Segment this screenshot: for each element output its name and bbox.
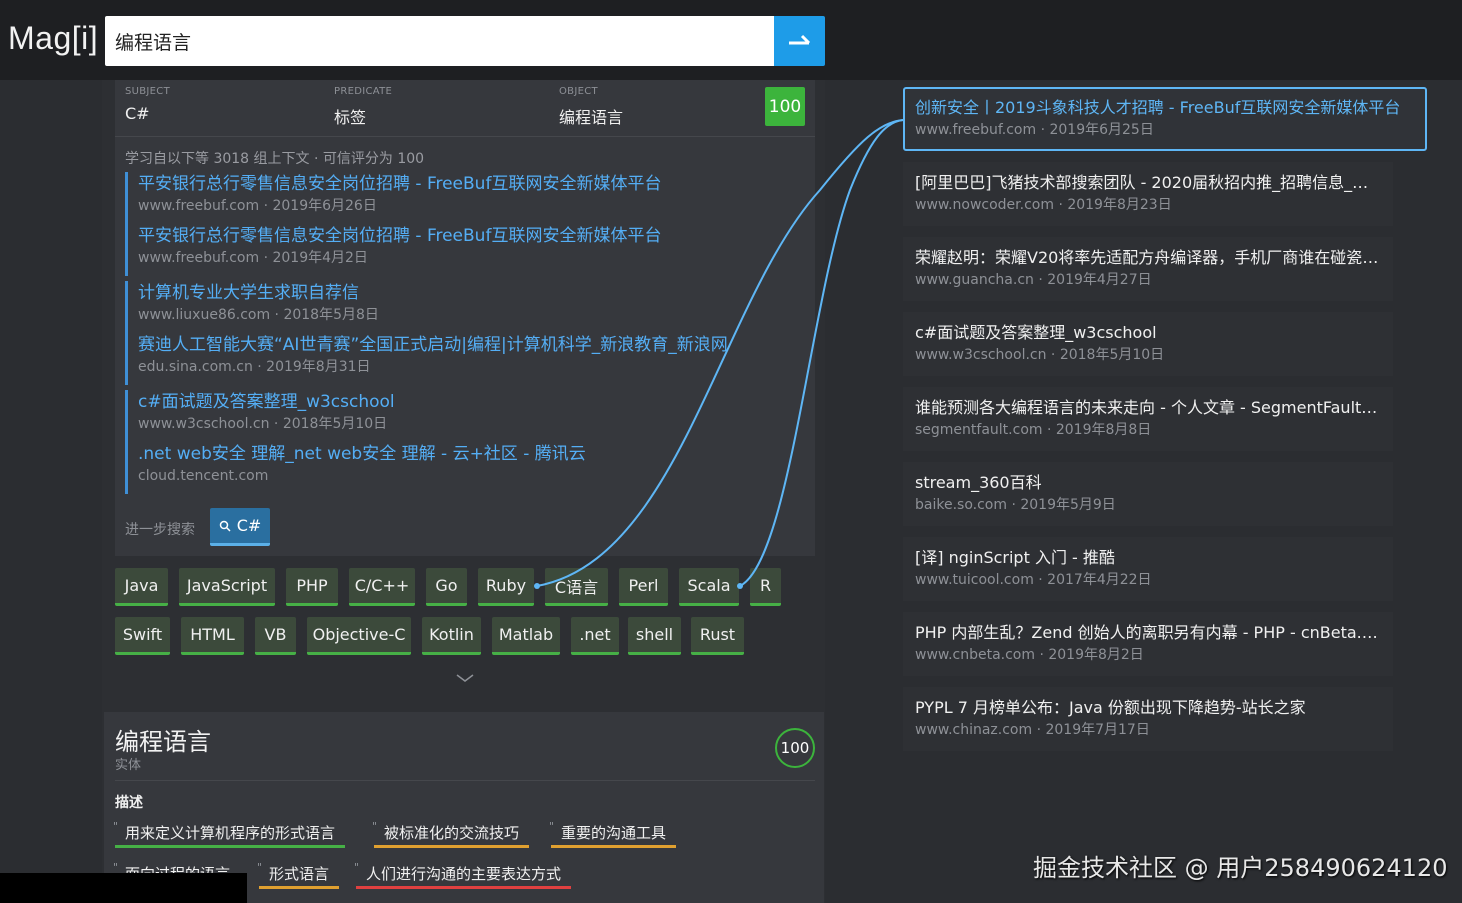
further-search-label: 进一步搜索 xyxy=(125,522,195,538)
divider xyxy=(115,780,815,781)
context-meta: cloud.tencent.com xyxy=(138,468,269,484)
top-bar: Mag[i] xyxy=(0,0,1462,80)
search-result-item[interactable]: PYPL 7 月榜单公布：Java 份额出现下降趋势-站长之家 www.chin… xyxy=(903,687,1393,751)
context-meta: www.freebuf.com · 2019年4月2日 xyxy=(138,250,368,266)
context-group: c#面试题及答案整理_w3cschool www.w3cschool.cn · … xyxy=(125,390,586,494)
entity-score-badge: 100 xyxy=(775,728,815,768)
arrow-right-icon xyxy=(788,34,810,45)
result-title[interactable]: 谁能预测各大编程语言的未来走向 - 个人文章 - SegmentFault 思否 xyxy=(915,397,1381,419)
context-meta: www.freebuf.com · 2019年6月26日 xyxy=(138,198,377,214)
context-link[interactable]: .net web安全 理解_net web安全 理解 - 云+社区 - 腾讯云 xyxy=(138,442,586,466)
tag-chip[interactable]: Kotlin xyxy=(422,617,481,655)
description-chip[interactable]: 被标准化的交流技巧 xyxy=(372,820,530,848)
triple-card: SUBJECT C# PREDICATE 标签 OBJECT 编程语言 100 … xyxy=(115,80,815,556)
search-result-item[interactable]: [阿里巴巴]飞猪技术部搜索团队 - 2020届秋招内推_招聘信息_牛客网 www… xyxy=(903,162,1393,226)
chevron-down-icon[interactable] xyxy=(455,672,475,684)
object-label: OBJECT xyxy=(559,86,598,97)
context-group: 计算机专业大学生求职自荐信 www.liuxue86.com · 2018年5月… xyxy=(125,281,728,385)
search-result-item[interactable]: PHP 内部生乱？Zend 创始人的离职另有内幕 - PHP - cnBeta.… xyxy=(903,612,1393,676)
context-link[interactable]: 计算机专业大学生求职自荐信 xyxy=(138,281,728,305)
tag-chip[interactable]: .net xyxy=(571,617,619,655)
predicate-label: PREDICATE xyxy=(334,86,393,97)
result-meta: www.nowcoder.com · 2019年8月23日 xyxy=(915,197,1172,213)
result-meta: www.w3cschool.cn · 2018年5月10日 xyxy=(915,347,1165,363)
description-chip[interactable]: 重要的沟通工具 xyxy=(549,820,677,848)
result-title[interactable]: PYPL 7 月榜单公布：Java 份额出现下降趋势-站长之家 xyxy=(915,697,1381,719)
tag-chip[interactable]: Ruby xyxy=(478,568,534,606)
entity-type: 实体 xyxy=(115,758,142,773)
app-logo[interactable]: Mag[i] xyxy=(8,20,98,57)
tag-chip[interactable]: VB xyxy=(255,617,296,655)
search-result-item[interactable]: c#面试题及答案整理_w3cschool www.w3cschool.cn · … xyxy=(903,312,1393,376)
result-meta: baike.so.com · 2019年5月9日 xyxy=(915,497,1116,513)
triple-score-badge: 100 xyxy=(765,87,805,126)
description-label: 描述 xyxy=(115,795,143,811)
description-chip[interactable]: 人们进行沟通的主要表达方式 xyxy=(354,861,572,889)
tag-chip[interactable]: PHP xyxy=(286,568,338,606)
watermark: 掘金技术社区 @ 用户258490624120 xyxy=(1033,854,1448,882)
tag-chip[interactable]: Scala xyxy=(679,568,739,606)
learn-note: 学习自以下等 3018 组上下文 · 可信评分为 100 xyxy=(125,151,425,167)
result-meta: www.freebuf.com · 2019年6月25日 xyxy=(915,122,1154,138)
search-result-item[interactable]: 创新安全丨2019斗象科技人才招聘 - FreeBuf互联网安全新媒体平台 ww… xyxy=(903,87,1427,151)
divider xyxy=(115,136,815,137)
tag-chip[interactable]: JavaScript xyxy=(179,568,275,606)
context-meta: www.w3cschool.cn · 2018年5月10日 xyxy=(138,416,388,432)
search-result-item[interactable]: [译] nginScript 入门 - 推酷 www.tuicool.com ·… xyxy=(903,537,1393,601)
tag-chip[interactable]: Rust xyxy=(691,617,744,655)
description-chip[interactable]: 用来定义计算机程序的形式语言 xyxy=(113,820,346,848)
context-link[interactable]: 平安银行总行零售信息安全岗位招聘 - FreeBuf互联网安全新媒体平台 xyxy=(138,224,661,248)
result-title[interactable]: 创新安全丨2019斗象科技人才招聘 - FreeBuf互联网安全新媒体平台 xyxy=(915,97,1415,119)
result-meta: segmentfault.com · 2019年8月8日 xyxy=(915,422,1152,438)
tag-chip[interactable]: C/C++ xyxy=(349,568,415,606)
entity-title: 编程语言 xyxy=(115,728,211,756)
subject-value[interactable]: C# xyxy=(125,104,150,123)
result-meta: www.tuicool.com · 2017年4月22日 xyxy=(915,572,1152,588)
object-value[interactable]: 编程语言 xyxy=(559,104,623,128)
tag-chip[interactable]: Java xyxy=(115,568,168,606)
tag-chip[interactable]: Objective-C xyxy=(307,617,411,655)
tag-chip[interactable]: Go xyxy=(426,568,467,606)
search-input[interactable] xyxy=(105,16,775,66)
result-title[interactable]: [译] nginScript 入门 - 推酷 xyxy=(915,547,1381,569)
search-icon xyxy=(219,520,231,532)
subject-label: SUBJECT xyxy=(125,86,170,97)
predicate-value[interactable]: 标签 xyxy=(334,104,366,128)
tag-chip[interactable]: Matlab xyxy=(492,617,560,655)
search-submit-button[interactable] xyxy=(774,16,825,66)
context-group: 平安银行总行零售信息安全岗位招聘 - FreeBuf互联网安全新媒体平台 www… xyxy=(125,172,661,276)
search-result-item[interactable]: stream_360百科 baike.so.com · 2019年5月9日 xyxy=(903,462,1393,526)
result-title[interactable]: stream_360百科 xyxy=(915,472,1381,494)
context-meta: www.liuxue86.com · 2018年5月8日 xyxy=(138,307,379,323)
tag-chip[interactable]: HTML xyxy=(181,617,244,655)
result-meta: www.cnbeta.com · 2019年8月2日 xyxy=(915,647,1144,663)
context-meta: edu.sina.com.cn · 2019年8月31日 xyxy=(138,359,371,375)
result-title[interactable]: PHP 内部生乱？Zend 创始人的离职另有内幕 - PHP - cnBeta.… xyxy=(915,622,1381,644)
bottom-overlay xyxy=(0,873,247,903)
result-meta: www.guancha.cn · 2019年4月27日 xyxy=(915,272,1152,288)
result-title[interactable]: c#面试题及答案整理_w3cschool xyxy=(915,322,1381,344)
context-link[interactable]: c#面试题及答案整理_w3cschool xyxy=(138,390,586,414)
tag-chip[interactable]: Perl xyxy=(619,568,668,606)
tag-chip[interactable]: shell xyxy=(628,617,681,655)
context-link[interactable]: 赛迪人工智能大赛“AI世青赛”全国正式启动|编程|计算机科学_新浪教育_新浪网 xyxy=(138,333,728,357)
tag-chip[interactable]: C语言 xyxy=(545,568,608,606)
further-search-chip[interactable]: C# xyxy=(210,508,270,546)
tag-chip[interactable]: R xyxy=(750,568,781,606)
search-result-item[interactable]: 谁能预测各大编程语言的未来走向 - 个人文章 - SegmentFault 思否… xyxy=(903,387,1393,451)
result-title[interactable]: 荣耀赵明：荣耀V20将率先适配方舟编译器，手机厂商谁在碰瓷消… xyxy=(915,247,1381,269)
search-result-item[interactable]: 荣耀赵明：荣耀V20将率先适配方舟编译器，手机厂商谁在碰瓷消… www.guan… xyxy=(903,237,1393,301)
description-chip[interactable]: 形式语言 xyxy=(257,861,340,889)
context-link[interactable]: 平安银行总行零售信息安全岗位招聘 - FreeBuf互联网安全新媒体平台 xyxy=(138,172,661,196)
further-search-chip-label: C# xyxy=(236,516,262,535)
result-meta: www.chinaz.com · 2019年7月17日 xyxy=(915,722,1150,738)
tag-chip[interactable]: Swift xyxy=(115,617,170,655)
result-title[interactable]: [阿里巴巴]飞猪技术部搜索团队 - 2020届秋招内推_招聘信息_牛客网 xyxy=(915,172,1381,194)
